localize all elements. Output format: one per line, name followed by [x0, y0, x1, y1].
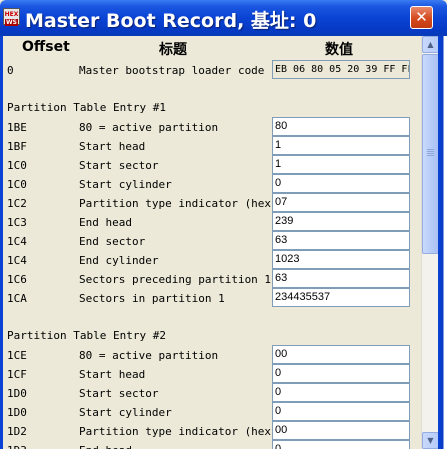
row-title: Start head [79, 140, 146, 153]
value-field[interactable]: 80 [272, 117, 410, 136]
row-title: End head [79, 216, 132, 229]
close-button[interactable]: ✕ [410, 6, 433, 29]
value-field[interactable]: 0 [272, 402, 410, 421]
row-offset: 1CF [7, 368, 27, 381]
row-title: 80 = active partition [79, 121, 219, 134]
row-offset: 1D2 [7, 425, 27, 438]
value-field[interactable]: EB 06 80 05 20 39 FF FF [272, 60, 410, 79]
row-title: 80 = active partition [79, 349, 219, 362]
value-field[interactable]: 63 [272, 269, 410, 288]
row-offset: 1CA [7, 292, 27, 305]
row-offset: 1C4 [7, 254, 27, 267]
column-header-value: 数值 [325, 42, 353, 58]
row-title: Sectors in partition 1 [79, 292, 225, 305]
row-title: Start head [79, 368, 146, 381]
scroll-thumb[interactable] [422, 54, 439, 254]
value-field[interactable]: 239 [272, 212, 410, 231]
value-field[interactable]: 234435537 [272, 288, 410, 307]
value-field[interactable]: 0 [272, 174, 410, 193]
row-title: Start sector [79, 159, 159, 172]
row-title: End sector [79, 235, 146, 248]
value-field[interactable]: 07 [272, 193, 410, 212]
scroll-down-icon[interactable]: ▼ [422, 432, 439, 449]
section-heading: Partition Table Entry #1 [7, 101, 166, 114]
row-offset: 1C4 [7, 235, 27, 248]
value-field[interactable]: 00 [272, 345, 410, 364]
value-field[interactable]: 1 [272, 155, 410, 174]
row-offset: 1C3 [7, 216, 27, 229]
row-offset: 1C6 [7, 273, 27, 286]
hex-editor-icon: HEX WS [3, 8, 20, 26]
row-title: Start cylinder [79, 178, 172, 191]
row-offset: 1C0 [7, 178, 27, 191]
value-field[interactable]: 1 [272, 136, 410, 155]
row-offset: 1BE [7, 121, 27, 134]
title-bar: HEX WS Master Boot Record, 基址: 0 ✕ [0, 0, 447, 36]
row-title: Sectors preceding partition 1 [79, 273, 272, 286]
template-content: Offset 标题 数值 0 Master bootstrap loader co… [3, 36, 421, 449]
row-offset: 0 [7, 64, 14, 77]
row-offset: 1C2 [7, 197, 27, 210]
row-title: Start cylinder [79, 406, 172, 419]
column-header-title: 标题 [159, 42, 187, 58]
row-offset: 1D3 [7, 444, 27, 449]
window-frame-right [438, 36, 447, 449]
row-offset: 1C0 [7, 159, 27, 172]
value-field[interactable]: 0 [272, 364, 410, 383]
row-title: Partition type indicator (hex) [79, 425, 278, 438]
value-field[interactable]: 1023 [272, 250, 410, 269]
value-field[interactable]: 0 [272, 383, 410, 402]
row-title: Master bootstrap loader code [79, 64, 265, 77]
row-offset: 1BF [7, 140, 27, 153]
column-header-offset: Offset [22, 39, 70, 55]
row-title: End cylinder [79, 254, 159, 267]
vertical-scrollbar[interactable]: ▲ ▼ [421, 36, 439, 449]
row-title: Partition type indicator (hex) [79, 197, 278, 210]
value-field[interactable]: 63 [272, 231, 410, 250]
section-heading: Partition Table Entry #2 [7, 329, 166, 342]
value-field[interactable]: 00 [272, 421, 410, 440]
scroll-up-icon[interactable]: ▲ [422, 36, 439, 53]
row-offset: 1D0 [7, 387, 27, 400]
grip-icon [427, 149, 434, 150]
row-title: Start sector [79, 387, 159, 400]
row-title: End head [79, 444, 132, 449]
window-title: Master Boot Record, 基址: 0 [25, 10, 317, 32]
row-offset: 1CE [7, 349, 27, 362]
row-offset: 1D0 [7, 406, 27, 419]
value-field[interactable]: 0 [272, 440, 410, 449]
